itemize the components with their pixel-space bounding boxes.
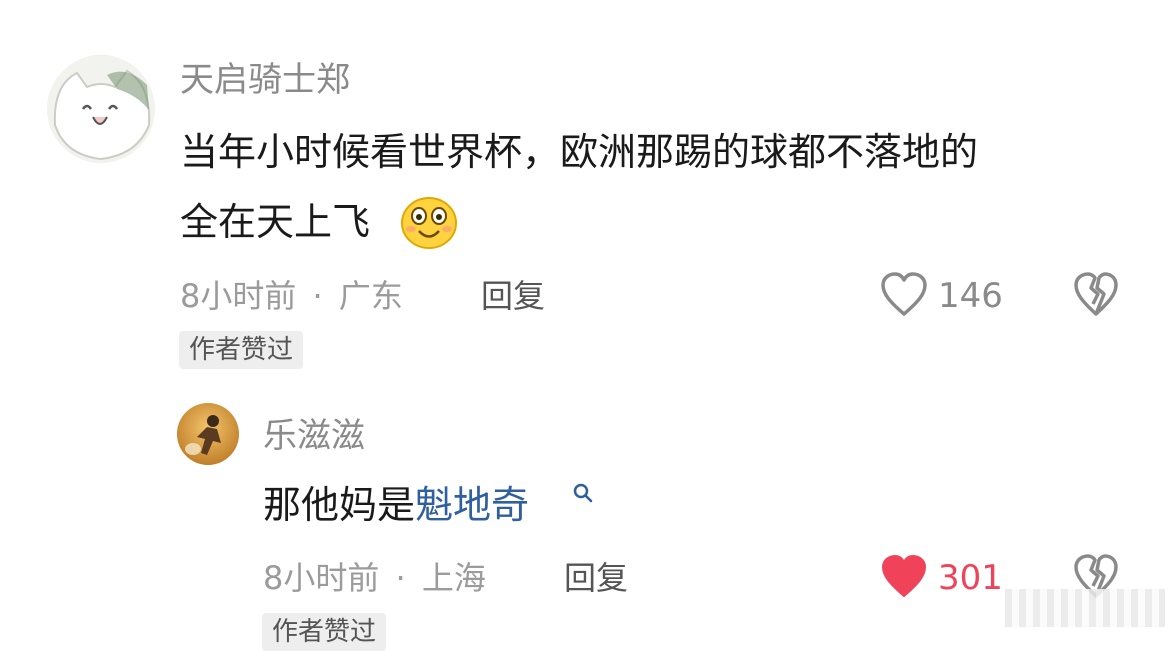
watermark (1005, 589, 1165, 627)
comment-text: 那他妈是魁地奇 (263, 477, 529, 533)
meta-separator: · (312, 277, 323, 315)
comment-text-line2-text: 全在天上飞 (180, 200, 371, 244)
search-icon[interactable] (572, 482, 594, 504)
comment-text-prefix: 那他妈是 (263, 483, 416, 527)
avatar[interactable] (177, 403, 239, 465)
timestamp: 8小时前 (263, 559, 380, 597)
heart-filled-icon[interactable] (880, 554, 928, 600)
reply-button[interactable]: 回复 (564, 558, 628, 598)
like-count: 146 (938, 276, 1003, 316)
meta-separator: · (395, 559, 406, 597)
player-avatar-image (177, 403, 239, 465)
comment-text-line2: 全在天上飞 (180, 194, 370, 250)
avatar[interactable] (47, 55, 155, 163)
author-liked-badge: 作者赞过 (179, 331, 304, 369)
username[interactable]: 天启骑士郑 (180, 60, 350, 100)
timestamp: 8小时前 (180, 277, 297, 315)
search-keyword-link[interactable]: 魁地奇 (415, 483, 529, 527)
location: 广东 (338, 277, 403, 315)
username[interactable]: 乐滋滋 (263, 416, 365, 456)
location: 上海 (421, 559, 486, 597)
heart-outline-icon[interactable] (880, 272, 928, 318)
smiling-face-emoji-icon (400, 196, 458, 250)
reply-button[interactable]: 回复 (481, 276, 545, 316)
comment-text-line1: 当年小时候看世界杯，欧洲那踢的球都不落地的 (180, 130, 979, 174)
author-liked-badge: 作者赞过 (262, 613, 387, 651)
comment-meta: 8小时前 · 上海 (263, 558, 486, 598)
like-count: 301 (938, 558, 1003, 598)
broken-heart-dislike-icon[interactable] (1073, 272, 1119, 318)
cat-avatar-image (47, 55, 155, 163)
comment-meta: 8小时前 · 广东 (180, 276, 403, 316)
